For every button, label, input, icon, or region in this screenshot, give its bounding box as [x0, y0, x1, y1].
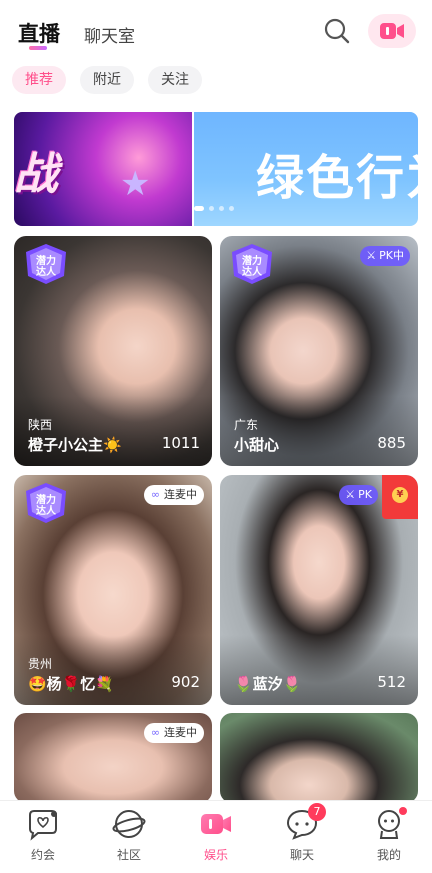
red-packet-icon[interactable]: ¥ — [382, 475, 418, 519]
tab-live[interactable]: 直播 — [18, 18, 60, 48]
svg-text:潜力: 潜力 — [242, 254, 262, 267]
live-card[interactable] — [220, 713, 418, 803]
pagination-dot — [194, 206, 204, 211]
banner-pagination — [194, 206, 234, 211]
nav-label: 聊天 — [289, 848, 314, 862]
card-name: 小甜心 — [234, 436, 280, 454]
header: 直播 聊天室 — [0, 0, 432, 62]
nav-label: 我的 — [376, 848, 401, 862]
subtab-nearby[interactable]: 附近 — [80, 66, 134, 94]
card-name: 橙子小公主☀️ — [28, 436, 122, 454]
card-location: 陕西 — [28, 418, 53, 432]
card-location: 广东 — [234, 418, 259, 432]
star-icon: ★ — [120, 164, 151, 204]
subtab-recommend[interactable]: 推荐 — [12, 66, 66, 94]
co-host-label: 连麦中 — [164, 726, 197, 739]
video-icon — [201, 814, 231, 834]
svg-text:潜力: 潜力 — [36, 493, 56, 506]
talent-badge-icon: 潜力达人 — [232, 244, 272, 284]
pagination-dot — [229, 206, 234, 211]
co-host-badge: ∞ 连麦中 — [143, 723, 204, 743]
live-card[interactable]: 潜力 达人 陕西 橙子小公主☀️ 1011 — [14, 236, 212, 466]
nav-chat[interactable]: 7 聊天 — [272, 803, 332, 863]
promo-banner[interactable]: 战 ★ 绿色行为 — [14, 112, 418, 226]
card-name: 🤩杨🌹忆💐 — [28, 675, 115, 693]
streamer-photo — [220, 713, 418, 803]
coin-icon: ¥ — [392, 487, 408, 503]
link-icon: ∞ — [150, 488, 160, 501]
pk-status-badge: ⚔ PK — [339, 485, 378, 505]
unread-count-badge: 7 — [308, 803, 326, 821]
banner-slide-event: 战 ★ — [14, 112, 192, 226]
svg-text:达人: 达人 — [242, 265, 263, 278]
heart-chat-icon — [29, 810, 57, 841]
swords-icon: ⚔ — [345, 488, 356, 501]
banner-green-text: 绿色行为 — [256, 150, 418, 206]
tab-chatroom[interactable]: 聊天室 — [84, 22, 135, 47]
notification-dot — [399, 807, 407, 815]
nav-community[interactable]: 社区 — [99, 807, 159, 863]
co-host-badge: ∞ 连麦中 — [143, 485, 204, 505]
planet-icon — [112, 810, 146, 838]
banner-event-text: 战 — [14, 149, 58, 200]
card-location: 贵州 — [28, 657, 53, 671]
nav-label: 约会 — [30, 848, 55, 862]
subtab-follow[interactable]: 关注 — [148, 66, 202, 94]
swords-icon: ⚔ — [366, 249, 377, 262]
nav-label: 娱乐 — [203, 848, 228, 862]
card-name: 🌷蓝汐🌷 — [234, 675, 302, 693]
nav-profile[interactable]: 我的 — [359, 807, 419, 863]
pk-status-label: PK — [358, 488, 372, 501]
live-card[interactable]: 潜力 达人 ∞ 连麦中 贵州 🤩杨🌹忆💐 902 — [14, 475, 212, 705]
nav-label: 社区 — [116, 848, 141, 862]
pk-status-label: PK中 — [379, 249, 404, 262]
talent-badge-icon: 潜力达人 — [26, 244, 66, 284]
tab-live-indicator — [29, 46, 47, 50]
live-card[interactable]: ∞ 连麦中 — [14, 713, 212, 803]
svg-text:达人: 达人 — [36, 265, 57, 278]
pagination-dot — [209, 206, 214, 211]
svg-text:潜力: 潜力 — [36, 254, 56, 267]
card-viewer-count: 512 — [377, 673, 406, 691]
card-viewer-count: 1011 — [161, 434, 200, 452]
svg-text:达人: 达人 — [36, 504, 57, 517]
talent-badge-icon: 潜力达人 — [26, 483, 66, 523]
bottom-nav: 约会 社区 娱乐 7 聊天 我的 — [0, 800, 432, 873]
pagination-dot — [219, 206, 224, 211]
nav-dating[interactable]: 约会 — [13, 807, 73, 863]
co-host-label: 连麦中 — [164, 488, 197, 501]
nav-entertainment[interactable]: 娱乐 — [186, 807, 246, 863]
card-viewer-count: 885 — [377, 434, 406, 452]
pk-status-badge: ⚔ PK中 — [360, 246, 410, 266]
search-icon[interactable] — [322, 16, 352, 46]
subtab-bar: 推荐 附近 关注 — [12, 66, 202, 94]
live-card[interactable]: ⚔ PK ¥ 🌷蓝汐🌷 512 — [220, 475, 418, 705]
live-card[interactable]: 潜力 达人 ⚔ PK中 广东 小甜心 885 — [220, 236, 418, 466]
link-icon: ∞ — [150, 726, 160, 739]
card-shade — [220, 635, 418, 705]
start-live-button[interactable] — [368, 14, 416, 48]
card-viewer-count: 902 — [171, 673, 200, 691]
video-camera-icon — [380, 23, 404, 39]
